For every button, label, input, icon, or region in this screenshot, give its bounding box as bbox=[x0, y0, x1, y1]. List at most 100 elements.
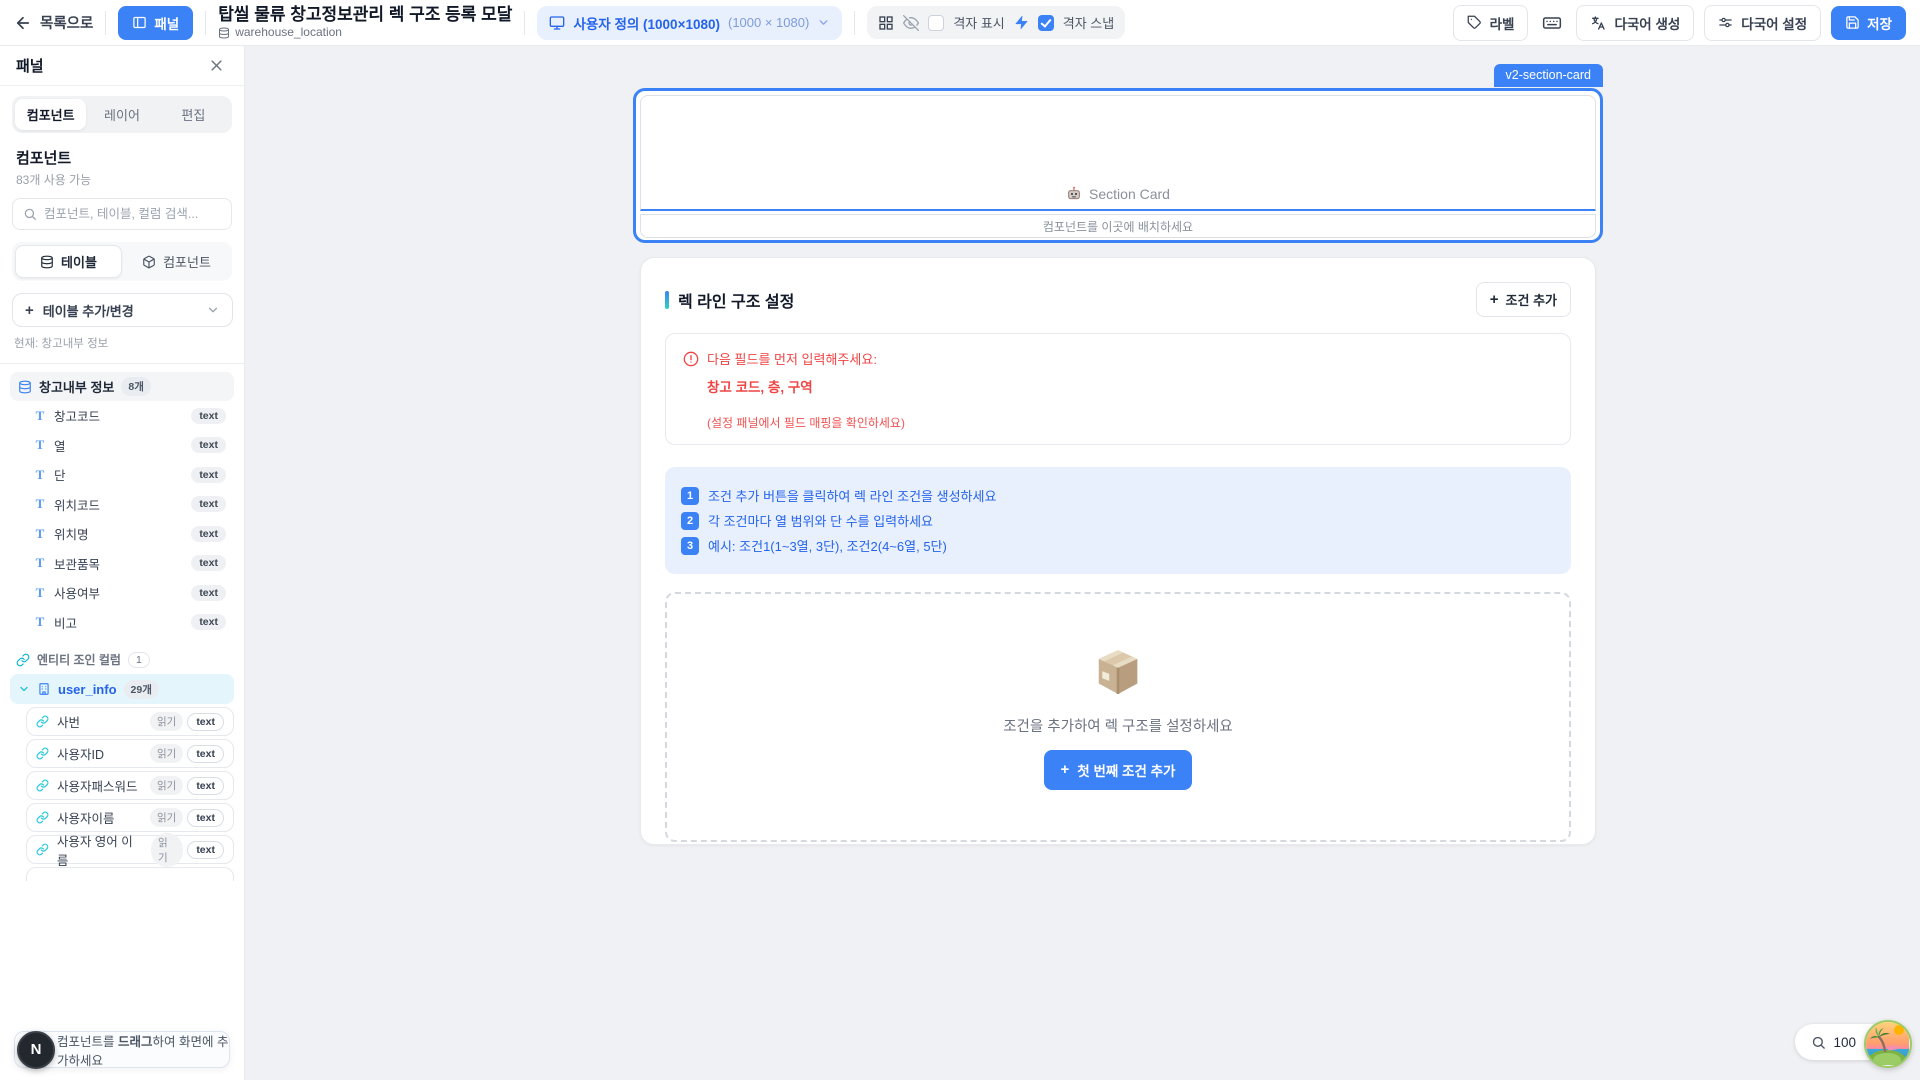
chevron-down-icon bbox=[206, 303, 220, 317]
join-field-row-partial[interactable] bbox=[26, 867, 234, 881]
link-icon bbox=[36, 843, 49, 856]
island-sticker-icon[interactable] bbox=[1864, 1020, 1912, 1068]
i18n-generate-button[interactable]: 다국어 생성 bbox=[1576, 5, 1694, 41]
field-name: 위치코드 bbox=[54, 495, 100, 514]
tab-components[interactable]: 컴포넌트 bbox=[15, 99, 86, 130]
field-type-badge: text bbox=[191, 555, 226, 571]
field-name: 열 bbox=[54, 436, 66, 455]
i18n-settings-button[interactable]: 다국어 설정 bbox=[1704, 5, 1821, 41]
field-row[interactable]: T비고text bbox=[10, 608, 234, 638]
divider bbox=[205, 11, 206, 35]
save-icon bbox=[1845, 15, 1860, 30]
warning-required-fields: 창고 코드, 층, 구역 bbox=[707, 376, 1553, 396]
field-row[interactable]: T열text bbox=[10, 431, 234, 461]
readonly-badge: 읽기 bbox=[150, 712, 183, 731]
field-row[interactable]: T창고코드text bbox=[10, 401, 234, 431]
selection-type-badge: v2-section-card bbox=[1494, 64, 1603, 87]
label-button[interactable]: 라벨 bbox=[1453, 5, 1529, 41]
close-icon bbox=[209, 58, 224, 73]
field-type-badge: text bbox=[191, 614, 226, 630]
database-icon bbox=[18, 380, 32, 394]
link-icon bbox=[36, 811, 49, 824]
first-condition-button[interactable]: + 첫 번째 조건 추가 bbox=[1044, 750, 1193, 790]
grid-show-checkbox[interactable] bbox=[928, 15, 944, 31]
panel-button-label: 패널 bbox=[154, 13, 179, 33]
grid-show-label: 격자 표시 bbox=[953, 13, 1004, 32]
selected-section-card[interactable]: v2-section-card Section Card 컴포넌트를 이곳에 배… bbox=[633, 88, 1603, 243]
join-table-row[interactable]: user_info 29개 bbox=[10, 674, 234, 704]
field-type-badge: text bbox=[187, 777, 224, 795]
keyboard-shortcuts-button[interactable] bbox=[1538, 9, 1566, 37]
join-field-row[interactable]: 사용자패스워드 읽기text bbox=[26, 771, 234, 800]
join-field-row[interactable]: 사번 읽기text bbox=[26, 707, 234, 736]
step-number: 2 bbox=[681, 512, 699, 530]
building-icon bbox=[37, 682, 51, 696]
field-row[interactable]: T보관품목text bbox=[10, 549, 234, 579]
components-available-count: 83개 사용 가능 bbox=[16, 171, 228, 188]
text-type-icon: T bbox=[34, 496, 46, 512]
field-type-badge: text bbox=[187, 809, 224, 827]
field-row[interactable]: T위치코드text bbox=[10, 490, 234, 520]
text-type-icon: T bbox=[34, 526, 46, 542]
join-field-row[interactable]: 사용자ID 읽기text bbox=[26, 739, 234, 768]
drag-hint-toast: N 컴포넌트를 드래그하여 화면에 추가하세요 bbox=[14, 1031, 230, 1068]
readonly-badge: 읽기 bbox=[150, 776, 183, 795]
add-condition-button[interactable]: + 조건 추가 bbox=[1476, 282, 1571, 317]
chevron-down-icon[interactable] bbox=[18, 683, 30, 695]
page-title: 탑씰 물류 창고정보관리 렉 구조 등록 모달 bbox=[218, 5, 512, 25]
source-tabs: 테이블 컴포넌트 bbox=[12, 242, 232, 281]
user-avatar[interactable]: N bbox=[17, 1031, 55, 1069]
section-card-body[interactable]: Section Card bbox=[640, 95, 1596, 211]
field-name: 보관품목 bbox=[54, 554, 100, 573]
add-table-label: 테이블 추가/변경 bbox=[43, 301, 134, 320]
join-field-name: 사용자패스워드 bbox=[57, 776, 138, 795]
eye-off-icon[interactable] bbox=[903, 15, 919, 31]
grid-icon[interactable] bbox=[878, 15, 894, 31]
component-search[interactable] bbox=[12, 198, 232, 230]
save-button[interactable]: 저장 bbox=[1831, 6, 1906, 40]
tab-layers[interactable]: 레이어 bbox=[86, 99, 157, 130]
add-condition-label: 조건 추가 bbox=[1506, 290, 1557, 309]
grid-snap-checkbox[interactable] bbox=[1038, 15, 1054, 31]
tab-edit[interactable]: 편집 bbox=[158, 99, 229, 130]
search-input[interactable] bbox=[44, 207, 221, 221]
step-text: 조건 추가 버튼을 클릭하여 렉 라인 조건을 생성하세요 bbox=[708, 486, 996, 505]
join-field-row[interactable]: 사용자이름 읽기text bbox=[26, 803, 234, 832]
instruction-step: 3 예시: 조건1(1~3열, 3단), 조건2(4~6열, 5단) bbox=[681, 536, 1555, 555]
back-to-list-button[interactable]: 목록으로 bbox=[14, 12, 93, 33]
add-change-table-button[interactable]: + 테이블 추가/변경 bbox=[12, 293, 233, 327]
panel-toggle-button[interactable]: 패널 bbox=[118, 6, 193, 40]
design-canvas[interactable]: v2-section-card Section Card 컴포넌트를 이곳에 배… bbox=[245, 46, 1920, 1080]
field-type-badge: text bbox=[191, 526, 226, 542]
instruction-step: 2 각 조건마다 열 범위와 단 수를 입력하세요 bbox=[681, 511, 1555, 530]
link-icon bbox=[36, 779, 49, 792]
source-tab-component[interactable]: 컴포넌트 bbox=[124, 245, 229, 278]
arrow-left-icon bbox=[14, 14, 32, 32]
robot-icon bbox=[1066, 186, 1082, 202]
panel-title: 패널 bbox=[16, 55, 44, 76]
divider bbox=[524, 11, 525, 35]
text-type-icon: T bbox=[34, 408, 46, 424]
grid-snap-label: 격자 스냅 bbox=[1063, 13, 1114, 32]
text-type-icon: T bbox=[34, 614, 46, 630]
join-field-row[interactable]: 사용자 영어 이름 읽기text bbox=[26, 835, 234, 864]
cube-icon bbox=[142, 255, 156, 269]
components-section-title: 컴포넌트 bbox=[16, 147, 228, 168]
table-group-row[interactable]: 창고내부 정보 8개 bbox=[10, 372, 234, 401]
panel-close-button[interactable] bbox=[205, 54, 228, 77]
readonly-badge: 읽기 bbox=[150, 744, 183, 763]
drop-zone-hint[interactable]: 컴포넌트를 이곳에 배치하세요 bbox=[640, 214, 1596, 238]
table-subtitle: warehouse_location bbox=[235, 26, 342, 40]
field-row[interactable]: T단text bbox=[10, 460, 234, 490]
field-row[interactable]: T위치명text bbox=[10, 519, 234, 549]
source-tab-table[interactable]: 테이블 bbox=[15, 245, 122, 278]
field-row[interactable]: T사용여부text bbox=[10, 578, 234, 608]
plus-icon: + bbox=[1490, 292, 1499, 307]
join-field-name: 사용자이름 bbox=[57, 808, 115, 827]
first-condition-label: 첫 번째 조건 추가 bbox=[1077, 760, 1175, 780]
text-type-icon: T bbox=[34, 585, 46, 601]
field-type-badge: text bbox=[191, 585, 226, 601]
i18n-generate-text: 다국어 생성 bbox=[1614, 13, 1680, 33]
divider bbox=[0, 363, 244, 364]
viewport-size-selector[interactable]: 사용자 정의 (1000×1080) (1000 × 1080) bbox=[537, 6, 842, 40]
